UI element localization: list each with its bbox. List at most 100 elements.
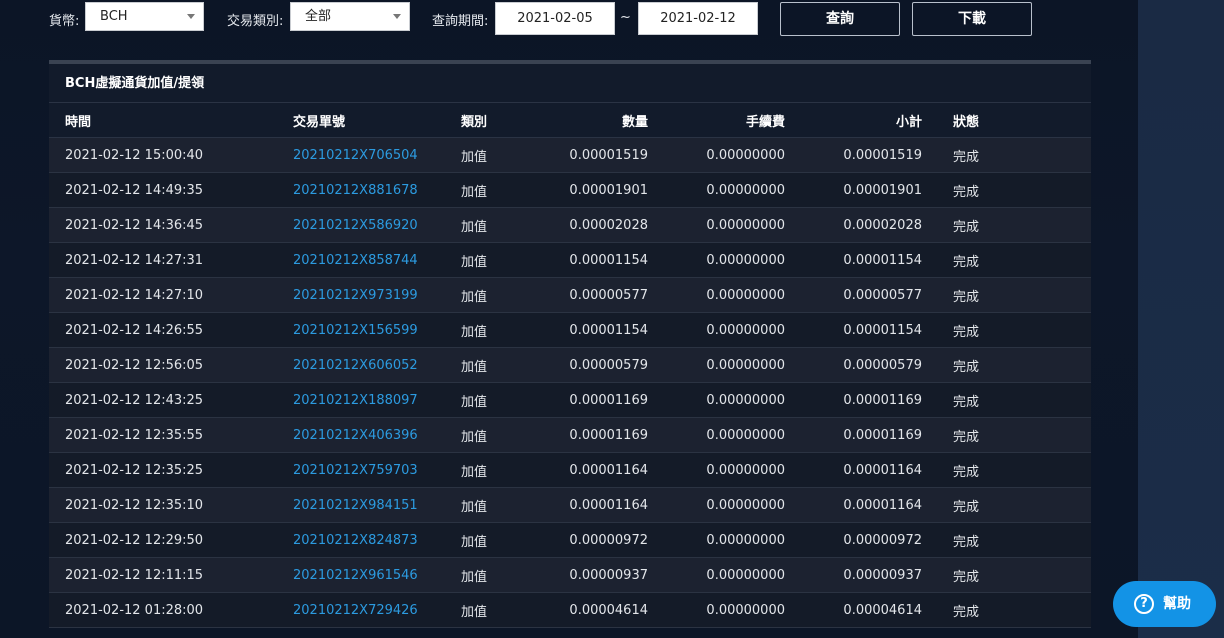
cell-status: 完成	[922, 382, 1006, 418]
table-row: 2021-02-12 14:27:10 20210212X973199 加值 0.00…	[49, 277, 1091, 313]
cell-type: 加值	[461, 312, 531, 348]
cell-type: 加值	[461, 522, 531, 558]
transaction-id-link[interactable]: 20210212X156599	[293, 323, 418, 338]
cell-subtotal: 0.00001154	[785, 312, 922, 348]
cell-fee: 0.00000000	[648, 277, 785, 313]
table-row: 2021-02-12 12:29:50 20210212X824873 加值 0.00…	[49, 522, 1091, 558]
cell-quantity: 0.00004614	[531, 592, 648, 628]
cell-status: 完成	[922, 347, 1006, 383]
table-row: 2021-02-12 12:35:10 20210212X984151 加值 0.00…	[49, 487, 1091, 523]
cell-status: 完成	[922, 522, 1006, 558]
cell-spacer	[1006, 207, 1091, 243]
table-header-row: 時間 交易單號 類別 數量 手續費 小計 狀態	[49, 103, 1091, 138]
cell-status: 完成	[922, 557, 1006, 593]
header-quantity: 數量	[531, 103, 648, 138]
cell-status: 完成	[922, 277, 1006, 313]
transaction-id-link[interactable]: 20210212X729426	[293, 603, 418, 618]
cell-transaction-id: 20210212X406396	[287, 417, 461, 453]
cell-subtotal: 0.00004614	[785, 592, 922, 628]
transactions-table: 時間 交易單號 類別 數量 手續費 小計 狀態 2021-02-12 15:00…	[49, 103, 1091, 628]
cell-fee: 0.00000000	[648, 417, 785, 453]
cell-time: 2021-02-12 14:49:35	[49, 172, 287, 208]
transaction-id-link[interactable]: 20210212X881678	[293, 183, 418, 198]
cell-spacer	[1006, 557, 1091, 593]
transaction-id-link[interactable]: 20210212X973199	[293, 288, 418, 303]
date-separator: ~	[620, 10, 631, 25]
cell-quantity: 0.00000937	[531, 557, 648, 593]
transaction-id-link[interactable]: 20210212X984151	[293, 498, 418, 513]
cell-subtotal: 0.00000937	[785, 557, 922, 593]
cell-spacer	[1006, 312, 1091, 348]
header-status: 狀態	[922, 103, 1006, 138]
cell-transaction-id: 20210212X759703	[287, 452, 461, 488]
cell-quantity: 0.00001169	[531, 417, 648, 453]
cell-fee: 0.00000000	[648, 557, 785, 593]
table-row: 2021-02-12 12:11:15 20210212X961546 加值 0.00…	[49, 557, 1091, 593]
cell-status: 完成	[922, 242, 1006, 278]
cell-spacer	[1006, 137, 1091, 173]
cell-quantity: 0.00000579	[531, 347, 648, 383]
cell-fee: 0.00000000	[648, 487, 785, 523]
cell-type: 加值	[461, 172, 531, 208]
transaction-type-select[interactable]: 全部	[290, 2, 410, 31]
cell-transaction-id: 20210212X961546	[287, 557, 461, 593]
cell-time: 2021-02-12 12:35:55	[49, 417, 287, 453]
cell-quantity: 0.00001519	[531, 137, 648, 173]
cell-spacer	[1006, 487, 1091, 523]
transaction-id-link[interactable]: 20210212X606052	[293, 358, 418, 373]
table-row: 2021-02-12 14:36:45 20210212X586920 加值 0.00…	[49, 207, 1091, 243]
cell-fee: 0.00000000	[648, 347, 785, 383]
header-time: 時間	[49, 103, 287, 138]
transaction-id-link[interactable]: 20210212X824873	[293, 533, 418, 548]
date-from-input[interactable]: 2021-02-05	[495, 2, 615, 35]
cell-time: 2021-02-12 12:35:10	[49, 487, 287, 523]
transaction-id-link[interactable]: 20210212X706504	[293, 148, 418, 163]
cell-subtotal: 0.00000577	[785, 277, 922, 313]
cell-fee: 0.00000000	[648, 522, 785, 558]
transaction-id-link[interactable]: 20210212X858744	[293, 253, 418, 268]
cell-type: 加值	[461, 592, 531, 628]
cell-transaction-id: 20210212X881678	[287, 172, 461, 208]
table-row: 2021-02-12 12:56:05 20210212X606052 加值 0.00…	[49, 347, 1091, 383]
cell-time: 2021-02-12 15:00:40	[49, 137, 287, 173]
header-spacer	[1006, 103, 1091, 138]
cell-type: 加值	[461, 417, 531, 453]
transaction-id-link[interactable]: 20210212X188097	[293, 393, 418, 408]
cell-transaction-id: 20210212X729426	[287, 592, 461, 628]
help-button[interactable]: ? 幫助	[1113, 581, 1216, 627]
cell-spacer	[1006, 347, 1091, 383]
transaction-id-link[interactable]: 20210212X961546	[293, 568, 418, 583]
download-button[interactable]: 下載	[912, 2, 1032, 36]
filter-bar: 貨幣: BCH 交易類別: 全部 查詢期間: 2021-02-05 ~ 2021…	[0, 0, 1138, 44]
cell-time: 2021-02-12 01:28:00	[49, 592, 287, 628]
table-row: 2021-02-12 12:35:25 20210212X759703 加值 0.00…	[49, 452, 1091, 488]
cell-type: 加值	[461, 557, 531, 593]
currency-select-value: BCH	[100, 9, 128, 24]
query-button[interactable]: 查詢	[780, 2, 900, 36]
cell-spacer	[1006, 592, 1091, 628]
cell-subtotal: 0.00000972	[785, 522, 922, 558]
cell-quantity: 0.00001169	[531, 382, 648, 418]
cell-type: 加值	[461, 487, 531, 523]
query-period-label: 查詢期間:	[432, 14, 489, 29]
cell-transaction-id: 20210212X188097	[287, 382, 461, 418]
date-to-input[interactable]: 2021-02-12	[638, 2, 758, 35]
cell-subtotal: 0.00001901	[785, 172, 922, 208]
cell-time: 2021-02-12 14:26:55	[49, 312, 287, 348]
cell-spacer	[1006, 242, 1091, 278]
transaction-id-link[interactable]: 20210212X759703	[293, 463, 418, 478]
question-mark-icon: ?	[1134, 594, 1154, 614]
transaction-id-link[interactable]: 20210212X586920	[293, 218, 418, 233]
cell-transaction-id: 20210212X156599	[287, 312, 461, 348]
transaction-id-link[interactable]: 20210212X406396	[293, 428, 418, 443]
cell-time: 2021-02-12 12:11:15	[49, 557, 287, 593]
cell-status: 完成	[922, 417, 1006, 453]
cell-type: 加值	[461, 347, 531, 383]
cell-fee: 0.00000000	[648, 137, 785, 173]
currency-select[interactable]: BCH	[85, 2, 204, 31]
transaction-type-label: 交易類別:	[227, 14, 284, 29]
cell-transaction-id: 20210212X824873	[287, 522, 461, 558]
cell-time: 2021-02-12 12:56:05	[49, 347, 287, 383]
cell-spacer	[1006, 277, 1091, 313]
right-side-strip	[1138, 0, 1224, 638]
